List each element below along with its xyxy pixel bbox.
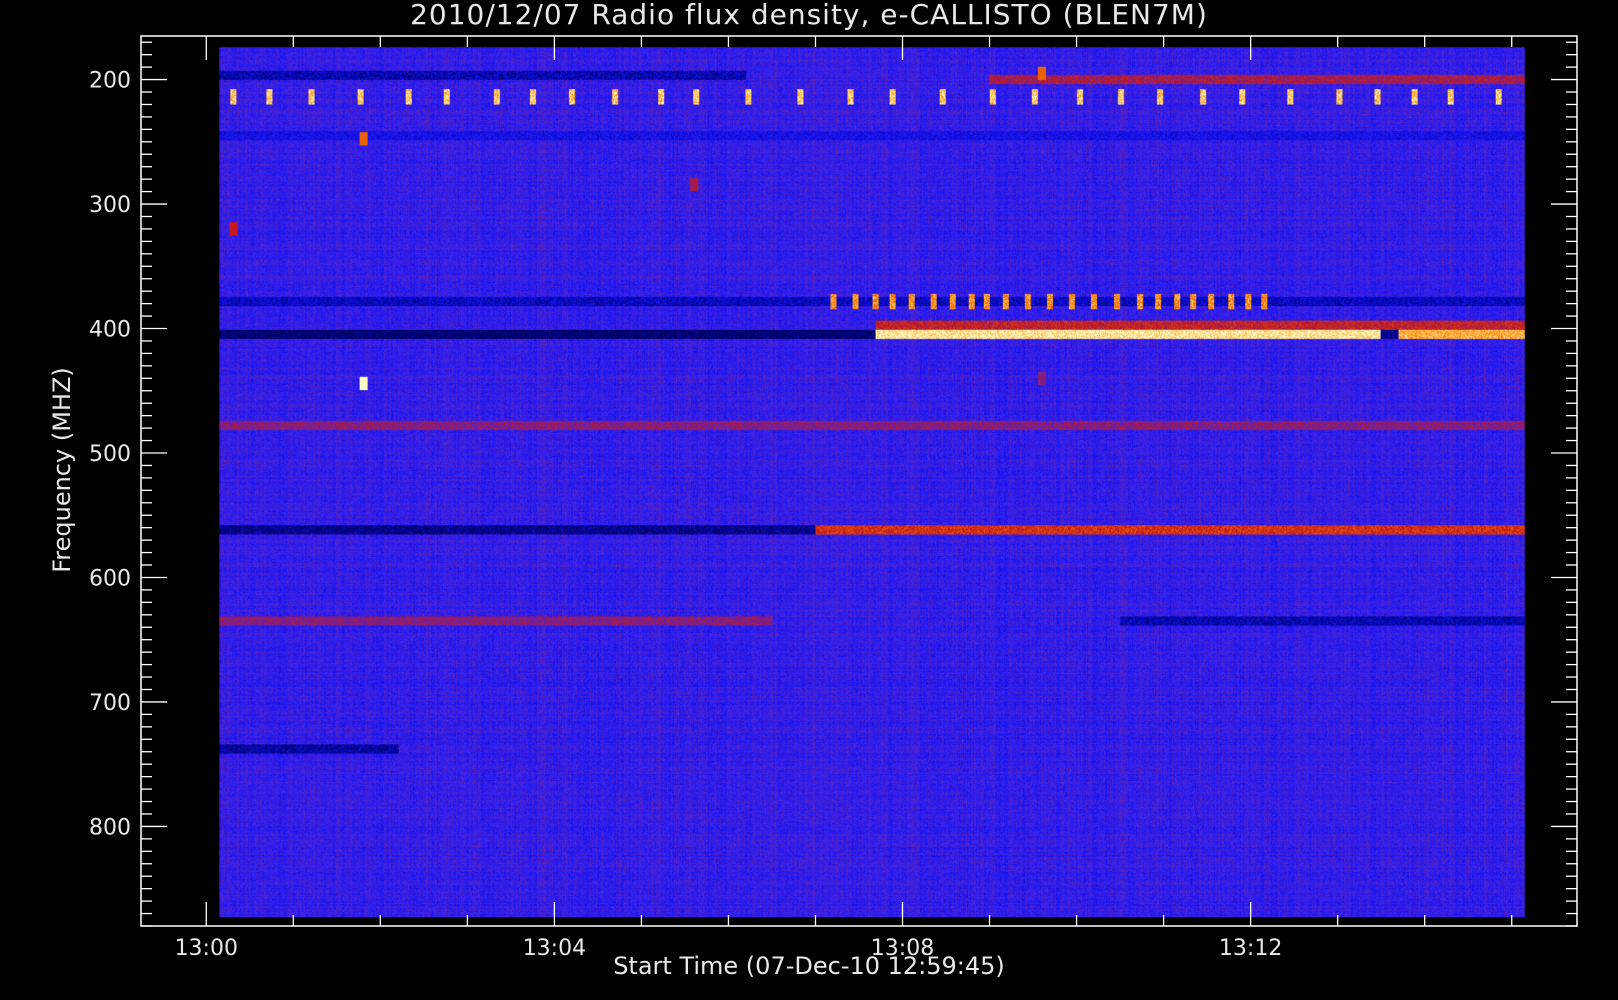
y-tick-label: 300 [89, 193, 131, 218]
y-tick-label: 500 [89, 442, 131, 467]
heatmap [219, 47, 1525, 918]
plot-area: 20030040050060070080013:00 13:04 13:08 13:1… [89, 35, 1578, 961]
y-tick-label: 600 [89, 566, 131, 591]
y-axis-label: Frequency (MHZ) [48, 367, 76, 573]
spectrogram-figure: 2010/12/07 Radio flux density, e-CALLIST… [0, 0, 1618, 1000]
x-axis-label: Start Time (07-Dec-10 12:59:45) [613, 952, 1005, 980]
y-tick-label: 400 [89, 318, 131, 343]
y-tick-label: 200 [89, 69, 131, 94]
y-tick-label: 700 [89, 691, 131, 716]
heatmap-image [219, 47, 1525, 918]
y-tick-label: 800 [89, 815, 131, 840]
